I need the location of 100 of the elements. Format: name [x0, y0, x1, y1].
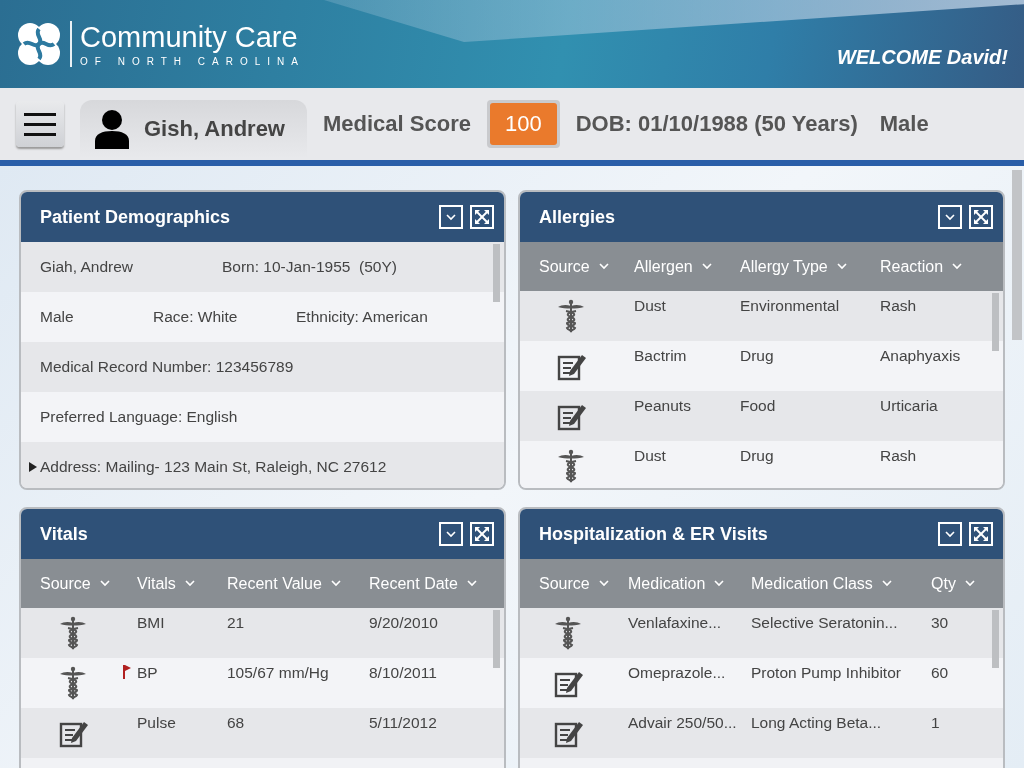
panel-title: Hospitalization & ER Visits — [539, 523, 768, 545]
table-cell: BMI — [137, 614, 165, 632]
chevron-down-icon — [330, 580, 341, 587]
column-header[interactable]: Medication — [628, 574, 751, 593]
field-text: Male — [40, 308, 75, 326]
collapse-button[interactable] — [439, 522, 463, 546]
caduceus-icon — [554, 615, 582, 651]
table-cell: Bactrim — [634, 347, 687, 365]
table-cell: Dust — [634, 297, 666, 315]
logo-title: Community Care — [80, 21, 299, 52]
expand-arrows-icon — [474, 209, 490, 225]
column-header[interactable]: Source — [40, 574, 137, 593]
chevron-down-icon — [945, 530, 955, 538]
chevron-down-icon — [446, 213, 456, 221]
column-header[interactable]: Source — [539, 257, 634, 276]
table-cell: Pulse — [137, 714, 176, 732]
table-cell: Dust — [634, 447, 666, 465]
table-cell: Peanuts — [634, 397, 691, 415]
collapse-button[interactable] — [938, 205, 962, 229]
field-text: Ethnicity: American — [296, 308, 428, 326]
logo-icon — [16, 21, 62, 67]
person-icon — [94, 109, 130, 149]
chevron-down-icon — [184, 580, 195, 587]
table-cell-text: 9/20/2010 — [369, 613, 439, 632]
table-cell-text: Drug — [740, 346, 775, 365]
table-cell-text: Proton Pump Inhibitor — [751, 663, 902, 682]
table-cell-text: 105/67 mm/Hg — [227, 663, 330, 682]
table-cell-text: Environmental — [740, 296, 841, 315]
gender-text: Male — [879, 111, 929, 137]
table-cell: Omeprazole... — [628, 664, 726, 682]
table-cell: BP — [137, 664, 158, 682]
menu-button[interactable] — [16, 101, 64, 147]
expand-triangle-icon[interactable] — [28, 462, 38, 472]
column-header[interactable]: Recent Value — [227, 574, 369, 593]
column-header[interactable]: Vitals — [137, 574, 227, 593]
table-cell-text: Long Acting Beta... — [751, 713, 883, 732]
score-label: Medical Score — [323, 111, 471, 137]
collapse-button[interactable] — [439, 205, 463, 229]
patient-name: Gish, Andrew — [144, 116, 285, 142]
scrollbar-thumb[interactable] — [493, 244, 500, 302]
expand-button[interactable] — [470, 205, 494, 229]
caduceus-icon — [59, 665, 87, 701]
caduceus-icon — [59, 615, 87, 651]
field-text: Giah, Andrew — [40, 258, 135, 276]
table-cell: Venlafaxine... — [628, 614, 722, 632]
collapse-button[interactable] — [938, 522, 962, 546]
scrollbar-thumb[interactable] — [493, 610, 500, 668]
chevron-down-icon — [701, 263, 712, 270]
column-header[interactable]: Recent Date — [369, 574, 499, 593]
table-cell: Advair 250/50... — [628, 714, 737, 732]
expand-button[interactable] — [969, 205, 993, 229]
menu-icon — [24, 112, 56, 136]
chevron-down-icon — [714, 580, 725, 587]
table-cell-text: Urticaria — [880, 396, 939, 415]
table-cell-text: Food — [740, 396, 777, 415]
chevron-down-icon — [99, 580, 110, 587]
chevron-down-icon — [836, 263, 847, 270]
column-header[interactable]: Medication Class — [751, 574, 931, 593]
scrollbar-thumb[interactable] — [992, 610, 999, 668]
scrollbar-thumb[interactable] — [992, 293, 999, 351]
column-header[interactable]: Source — [539, 574, 628, 593]
table-cell-text: 21 — [227, 613, 246, 632]
field-text: Preferred Language: English — [40, 408, 238, 426]
chevron-down-icon — [964, 580, 975, 587]
dob-text: DOB: 01/10/1988 (50 Years) — [575, 111, 858, 137]
chevron-down-icon — [466, 580, 477, 587]
chevron-down-icon — [598, 263, 609, 270]
caduceus-icon — [557, 448, 585, 484]
table-cell-text: Drug — [740, 446, 775, 465]
column-header[interactable]: Allergy Type — [740, 257, 880, 276]
table-cell-text: Anaphyaxis — [880, 346, 962, 365]
score-badge[interactable]: 100 — [489, 103, 557, 145]
panel-title: Patient Demographics — [40, 206, 231, 228]
field-text: Race: White — [153, 308, 239, 326]
welcome-text: WELCOME David! — [836, 45, 1008, 69]
table-cell-text: 60 — [931, 663, 950, 682]
panel-title: Vitals — [40, 523, 88, 545]
column-header[interactable]: Reaction — [880, 257, 1000, 276]
expand-arrows-icon — [973, 209, 989, 225]
expand-arrows-icon — [474, 526, 490, 542]
column-header[interactable]: Qty — [931, 574, 1001, 593]
table-cell-text: Rash — [880, 446, 918, 465]
chevron-down-icon — [598, 580, 609, 587]
expand-button[interactable] — [969, 522, 993, 546]
table-cell-text: 1 — [931, 713, 941, 732]
table-cell-text: 68 — [227, 713, 246, 732]
chevron-down-icon — [952, 263, 963, 270]
table-cell-text: 8/10/2011 — [369, 663, 438, 682]
table-cell-text: Selective Seratonin... — [751, 613, 899, 632]
scrollbar-thumb[interactable] — [1012, 170, 1022, 340]
expand-button[interactable] — [470, 522, 494, 546]
field-text: Born: 10-Jan-1955 (50Y) — [222, 258, 397, 276]
panel-title: Allergies — [539, 206, 616, 228]
expand-arrows-icon — [973, 526, 989, 542]
chevron-down-icon — [881, 580, 892, 587]
table-cell-text: 5/11/2012 — [369, 713, 438, 732]
caduceus-icon — [557, 298, 585, 334]
field-text: Address: Mailing- 123 Main St, Raleigh, NC 27612 — [40, 458, 387, 476]
table-cell-text: Rash — [880, 296, 918, 315]
column-header[interactable]: Allergen — [634, 257, 740, 276]
